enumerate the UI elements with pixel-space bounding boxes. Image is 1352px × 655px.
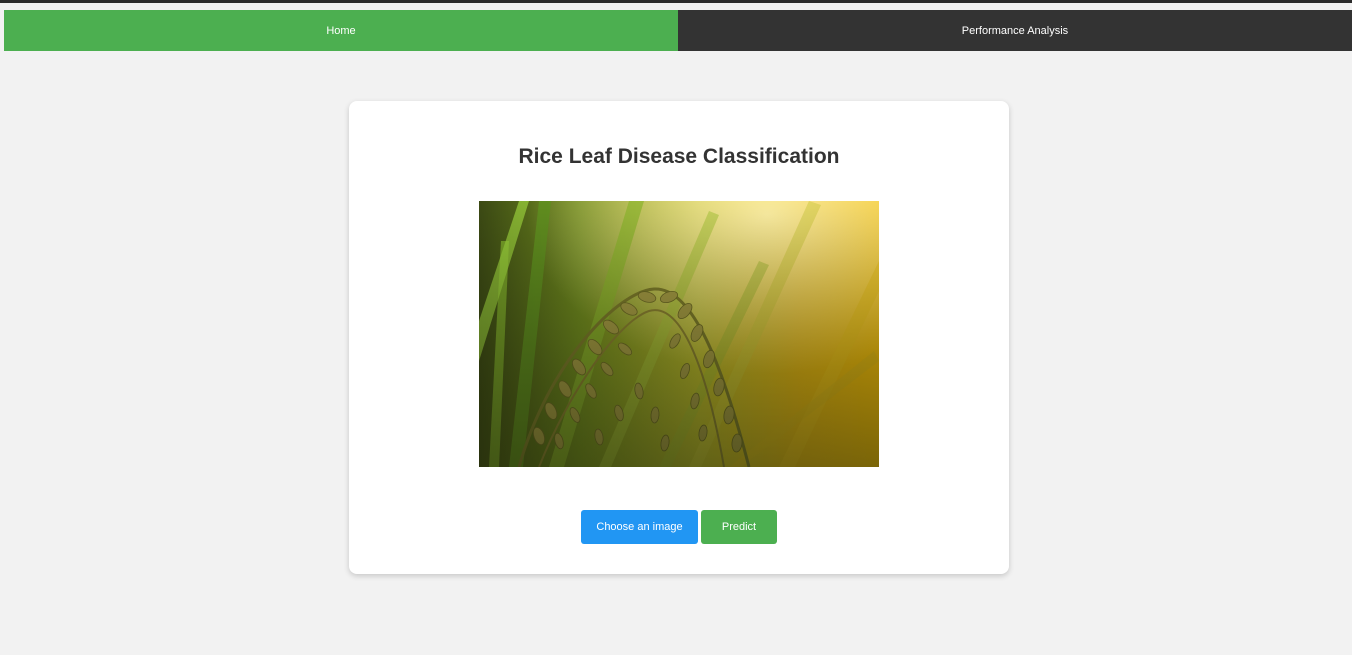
tab-performance-analysis-label: Performance Analysis — [961, 24, 1069, 37]
tab-home-label: Home — [326, 24, 356, 37]
tab-performance-analysis[interactable]: Performance Analysis — [678, 10, 1352, 51]
page-title: Rice Leaf Disease Classification — [518, 145, 840, 168]
preview-image — [479, 201, 879, 467]
predict-button[interactable]: Predict — [701, 510, 777, 544]
choose-image-button[interactable]: Choose an image — [581, 510, 698, 544]
top-spacer — [0, 3, 1352, 10]
classification-card: Rice Leaf Disease Classification Choose … — [349, 101, 1009, 574]
action-buttons: Choose an image Predict — [349, 510, 1009, 544]
tab-home[interactable]: Home — [4, 10, 678, 51]
rice-plant-image — [479, 201, 879, 467]
top-navbar: Home Performance Analysis — [4, 10, 1352, 51]
